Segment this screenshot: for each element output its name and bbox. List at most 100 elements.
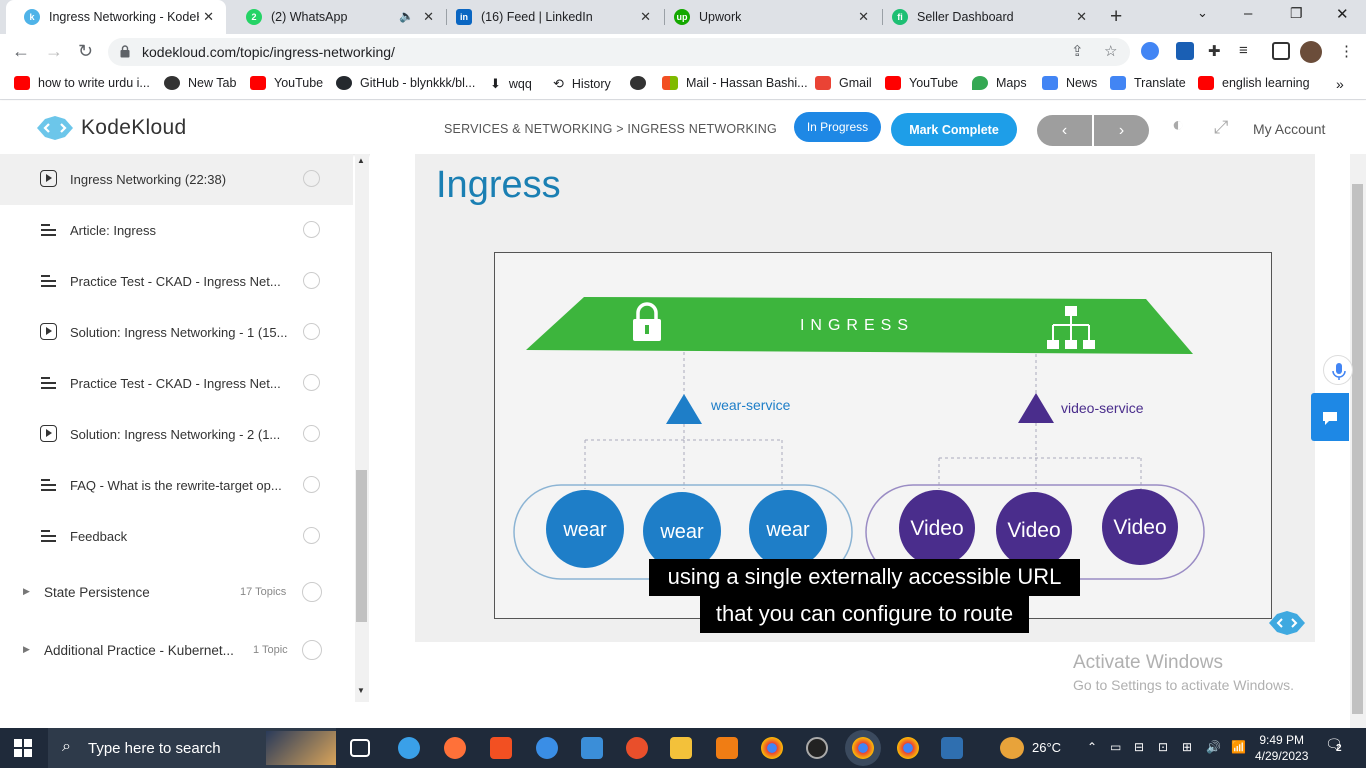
photos-icon[interactable] bbox=[941, 737, 963, 759]
completion-circle[interactable] bbox=[302, 640, 322, 660]
chrome-menu-icon[interactable]: ⋮ bbox=[1339, 42, 1354, 60]
forward-arrow-icon[interactable]: → bbox=[45, 41, 63, 62]
download-extension-icon[interactable] bbox=[1176, 42, 1194, 60]
obs-icon[interactable] bbox=[806, 737, 828, 759]
bookmark-item[interactable]: Translate bbox=[1110, 76, 1186, 90]
screen-icon[interactable]: ⊞ bbox=[1182, 740, 1192, 754]
bookmark-item[interactable]: YouTube bbox=[885, 76, 958, 90]
volume-icon[interactable]: 🔊 bbox=[1206, 740, 1221, 754]
sidebar-scroll-thumb[interactable] bbox=[356, 470, 367, 622]
lesson-item[interactable]: Ingress Networking (22:38) bbox=[0, 154, 353, 205]
bookmark-item[interactable]: english learning bbox=[1198, 76, 1310, 90]
completion-circle[interactable] bbox=[303, 527, 320, 544]
bookmark-star-icon[interactable]: ☆ bbox=[1104, 42, 1117, 60]
my-account-link[interactable]: My Account bbox=[1253, 121, 1325, 137]
bookmark-item[interactable]: YouTube bbox=[250, 76, 323, 90]
mark-complete-button[interactable]: Mark Complete bbox=[891, 113, 1017, 146]
section-state-persistence[interactable]: ▶ State Persistence 17 Topics bbox=[0, 573, 353, 613]
skype-icon[interactable] bbox=[536, 737, 558, 759]
lock-icon[interactable] bbox=[120, 45, 130, 58]
tab-upwork[interactable]: up Upwork ✕ bbox=[656, 0, 881, 34]
completion-circle[interactable] bbox=[303, 170, 320, 187]
settings-gear-app-icon[interactable] bbox=[716, 737, 738, 759]
bookmark-item[interactable]: Gmail bbox=[815, 76, 872, 90]
tab-search-chevron-icon[interactable]: ⌄ bbox=[1197, 5, 1208, 21]
mail-icon[interactable] bbox=[581, 737, 603, 759]
weather-icon[interactable] bbox=[1000, 737, 1024, 759]
fullscreen-expand-icon[interactable]: ⤢ bbox=[1214, 117, 1228, 138]
bookmark-item[interactable]: Maps bbox=[972, 76, 1027, 90]
bookmarks-overflow-icon[interactable]: » bbox=[1336, 76, 1344, 92]
bookmark-item[interactable]: ⬇ wqq bbox=[490, 76, 532, 92]
tab-seller-dashboard[interactable]: fi Seller Dashboard ✕ bbox=[874, 0, 1099, 34]
close-tab-icon[interactable]: ✕ bbox=[858, 9, 869, 25]
bookmark-item[interactable]: News bbox=[1042, 76, 1097, 90]
completion-circle[interactable] bbox=[303, 323, 320, 340]
page-scroll-thumb[interactable] bbox=[1352, 184, 1363, 714]
taskbar-search-box[interactable]: ⌕ Type here to search bbox=[48, 728, 336, 768]
share-icon[interactable]: ⇪ bbox=[1071, 42, 1084, 60]
wifi-icon[interactable]: 📶 bbox=[1231, 740, 1246, 754]
battery-icon[interactable]: ▭ bbox=[1110, 740, 1121, 754]
chrome-icon[interactable] bbox=[761, 737, 783, 759]
bookmark-item[interactable] bbox=[630, 76, 654, 90]
task-view-icon[interactable] bbox=[350, 739, 370, 757]
show-hidden-icons-chevron[interactable]: ⌃ bbox=[1087, 740, 1097, 754]
voice-extension-icon[interactable] bbox=[1141, 42, 1159, 60]
lesson-item[interactable]: FAQ - What is the rewrite-target op... bbox=[0, 460, 353, 511]
firefox-icon[interactable] bbox=[444, 737, 466, 759]
bookmark-item[interactable]: New Tab bbox=[164, 76, 236, 90]
close-tab-icon[interactable]: ✕ bbox=[203, 9, 214, 25]
edge-browser-icon[interactable] bbox=[398, 737, 420, 759]
bookmark-item[interactable]: GitHub - blynkkk/bl... bbox=[336, 76, 475, 90]
breadcrumb[interactable]: SERVICES & NETWORKING > INGRESS NETWORKI… bbox=[444, 122, 777, 136]
previous-lesson-button[interactable]: ‹ bbox=[1037, 115, 1092, 146]
microsoft-store-icon[interactable] bbox=[490, 737, 512, 759]
chrome-profile-icon[interactable] bbox=[897, 737, 919, 759]
bookmark-item[interactable]: ⟲ History bbox=[553, 76, 611, 92]
lesson-item[interactable]: Solution: Ingress Networking - 2 (1... bbox=[0, 409, 353, 460]
bookmark-item[interactable]: Mail - Hassan Bashi... bbox=[662, 76, 808, 90]
completion-circle[interactable] bbox=[303, 425, 320, 442]
speaker-icon[interactable]: 🔈 bbox=[399, 9, 414, 23]
close-tab-icon[interactable]: ✕ bbox=[640, 9, 651, 25]
completion-circle[interactable] bbox=[303, 374, 320, 391]
section-additional-practice[interactable]: ▶ Additional Practice - Kubernet... 1 To… bbox=[0, 631, 353, 671]
lesson-item[interactable]: Solution: Ingress Networking - 1 (15... bbox=[0, 307, 353, 358]
bookmark-item[interactable]: how to write urdu i... bbox=[14, 76, 150, 90]
in-progress-button[interactable]: In Progress bbox=[794, 112, 881, 142]
voice-input-mic-icon[interactable] bbox=[1323, 355, 1353, 385]
url-input[interactable]: kodekloud.com/topic/ingress-networking/ bbox=[108, 38, 1130, 66]
scroll-up-arrow-icon[interactable]: ▲ bbox=[357, 156, 365, 165]
completion-circle[interactable] bbox=[303, 221, 320, 238]
kodekloud-logo[interactable]: KodeKloud bbox=[35, 115, 186, 141]
new-tab-plus-icon[interactable]: + bbox=[1110, 5, 1122, 29]
completion-circle[interactable] bbox=[303, 272, 320, 289]
profile-avatar[interactable] bbox=[1300, 41, 1322, 63]
app-swirl-icon[interactable] bbox=[626, 737, 648, 759]
windows-start-icon[interactable] bbox=[14, 739, 32, 757]
tab-whatsapp[interactable]: 2 (2) WhatsApp 🔈 ✕ bbox=[228, 0, 446, 34]
restore-icon[interactable]: ❐ bbox=[1290, 5, 1303, 22]
device-icon[interactable]: ⊡ bbox=[1158, 740, 1168, 754]
chat-support-button[interactable] bbox=[1311, 393, 1349, 441]
completion-circle[interactable] bbox=[302, 582, 322, 602]
tab-kodekloud[interactable]: k Ingress Networking - KodeKl ✕ bbox=[6, 0, 226, 34]
temperature-text[interactable]: 26°C bbox=[1032, 740, 1061, 755]
chrome-profile-active-icon[interactable] bbox=[852, 737, 874, 759]
dark-mode-toggle-icon[interactable]: ◐ bbox=[1172, 114, 1184, 137]
close-window-icon[interactable]: ✕ bbox=[1336, 5, 1349, 23]
close-tab-icon[interactable]: ✕ bbox=[1076, 9, 1087, 25]
page-scrollbar[interactable] bbox=[1350, 154, 1366, 728]
close-tab-icon[interactable]: ✕ bbox=[423, 9, 434, 25]
reload-icon[interactable]: ↻ bbox=[78, 41, 93, 62]
minimize-icon[interactable]: – bbox=[1244, 5, 1252, 22]
network-icon[interactable]: ⊟ bbox=[1134, 740, 1144, 754]
sidebar-scrollbar[interactable]: ▲ ▼ bbox=[355, 154, 369, 702]
next-lesson-button[interactable]: › bbox=[1094, 115, 1149, 146]
media-queue-icon[interactable]: ≡ bbox=[1239, 42, 1248, 59]
scroll-down-arrow-icon[interactable]: ▼ bbox=[357, 686, 365, 695]
system-clock[interactable]: 9:49 PM 4/29/2023 bbox=[1255, 732, 1308, 764]
back-arrow-icon[interactable]: ← bbox=[12, 41, 30, 62]
file-explorer-icon[interactable] bbox=[670, 737, 692, 759]
